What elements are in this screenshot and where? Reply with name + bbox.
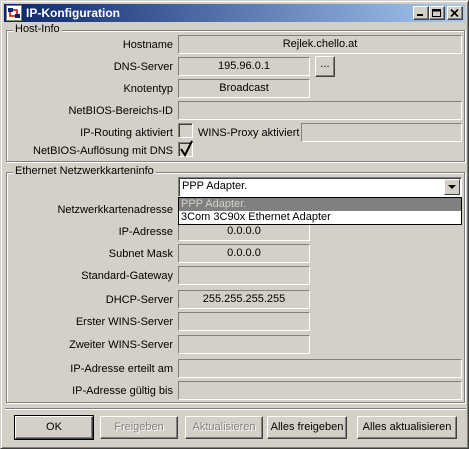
dhcp-server-field[interactable]: 255.255.255.255 bbox=[178, 290, 310, 309]
netbios-scope-label: NetBIOS-Bereichs-ID bbox=[68, 105, 173, 117]
secondary-wins-field[interactable] bbox=[178, 335, 310, 354]
netbios-scope-field[interactable] bbox=[178, 101, 462, 120]
close-button[interactable] bbox=[447, 6, 463, 20]
node-type-label: Knotentyp bbox=[123, 83, 173, 95]
maximize-button[interactable] bbox=[429, 6, 445, 20]
adapter-option[interactable]: 3Com 3C90x Ethernet Adapter bbox=[179, 211, 461, 224]
ip-routing-label: IP-Routing aktiviert bbox=[80, 127, 173, 139]
netbios-dns-checkbox[interactable] bbox=[178, 140, 193, 157]
close-icon bbox=[450, 9, 459, 18]
dns-more-button[interactable]: ... bbox=[315, 56, 335, 77]
host-info-legend: Host-Info bbox=[13, 23, 62, 35]
primary-wins-label: Erster WINS-Server bbox=[75, 316, 173, 328]
gateway-field[interactable] bbox=[178, 266, 310, 285]
title-bar[interactable]: IP-Konfiguration bbox=[4, 4, 465, 22]
gateway-label: Standard-Gateway bbox=[81, 270, 173, 282]
renew-all-button[interactable]: Alles aktualisieren bbox=[357, 416, 457, 439]
network-config-icon bbox=[6, 5, 22, 21]
dns-server-field[interactable]: 195.96.0.1 bbox=[178, 57, 310, 76]
ip-routing-checkbox[interactable] bbox=[178, 123, 193, 138]
primary-wins-field[interactable] bbox=[178, 312, 310, 331]
checkmark-icon bbox=[180, 140, 193, 157]
wins-proxy-label: WINS-Proxy aktiviert bbox=[198, 127, 300, 139]
dns-server-label: DNS-Server bbox=[113, 61, 173, 73]
ok-button[interactable]: OK bbox=[14, 415, 94, 440]
wins-proxy-field[interactable] bbox=[301, 123, 462, 142]
chevron-down-icon bbox=[448, 185, 456, 189]
adapter-info-legend: Ethernet Netzwerkkarteninfo bbox=[13, 165, 156, 177]
button-separator bbox=[5, 408, 466, 410]
window-title: IP-Konfiguration bbox=[26, 6, 120, 20]
hostname-field[interactable]: Rejlek.chello.at bbox=[178, 35, 462, 54]
release-button[interactable]: Freigeben bbox=[100, 416, 178, 439]
adapter-selected-text: PPP Adapter. bbox=[182, 180, 248, 192]
node-type-field[interactable]: Broadcast bbox=[178, 79, 310, 98]
adapter-option[interactable]: PPP Adapter. bbox=[179, 198, 461, 211]
dhcp-server-label: DHCP-Server bbox=[105, 294, 173, 306]
lease-obtained-label: IP-Adresse erteilt am bbox=[70, 363, 173, 375]
lease-expires-label: IP-Adresse gültig bis bbox=[72, 385, 173, 397]
mac-address-label: Netzwerkkartenadresse bbox=[57, 204, 173, 216]
netbios-dns-label: NetBIOS-Auflösung mit DNS bbox=[33, 145, 173, 157]
lease-obtained-field[interactable] bbox=[178, 359, 462, 378]
renew-button[interactable]: Aktualisieren bbox=[185, 416, 263, 439]
minimize-button[interactable] bbox=[413, 6, 429, 20]
dropdown-arrow-button[interactable] bbox=[444, 179, 460, 195]
ip-config-window: IP-Konfiguration Host-Info Hostname Rejl… bbox=[0, 0, 469, 449]
lease-expires-field[interactable] bbox=[178, 381, 462, 400]
subnet-mask-label: Subnet Mask bbox=[108, 248, 173, 260]
maximize-icon bbox=[432, 9, 441, 17]
minimize-icon bbox=[417, 14, 423, 16]
adapter-select[interactable]: PPP Adapter. bbox=[178, 177, 462, 197]
secondary-wins-label: Zweiter WINS-Server bbox=[69, 339, 173, 351]
hostname-label: Hostname bbox=[122, 39, 173, 51]
subnet-mask-field[interactable]: 0.0.0.0 bbox=[178, 244, 310, 263]
adapter-dropdown-list: PPP Adapter. 3Com 3C90x Ethernet Adapter bbox=[178, 197, 462, 225]
ip-address-label: IP-Adresse bbox=[118, 226, 173, 238]
release-all-button[interactable]: Alles freigeben bbox=[267, 416, 347, 439]
